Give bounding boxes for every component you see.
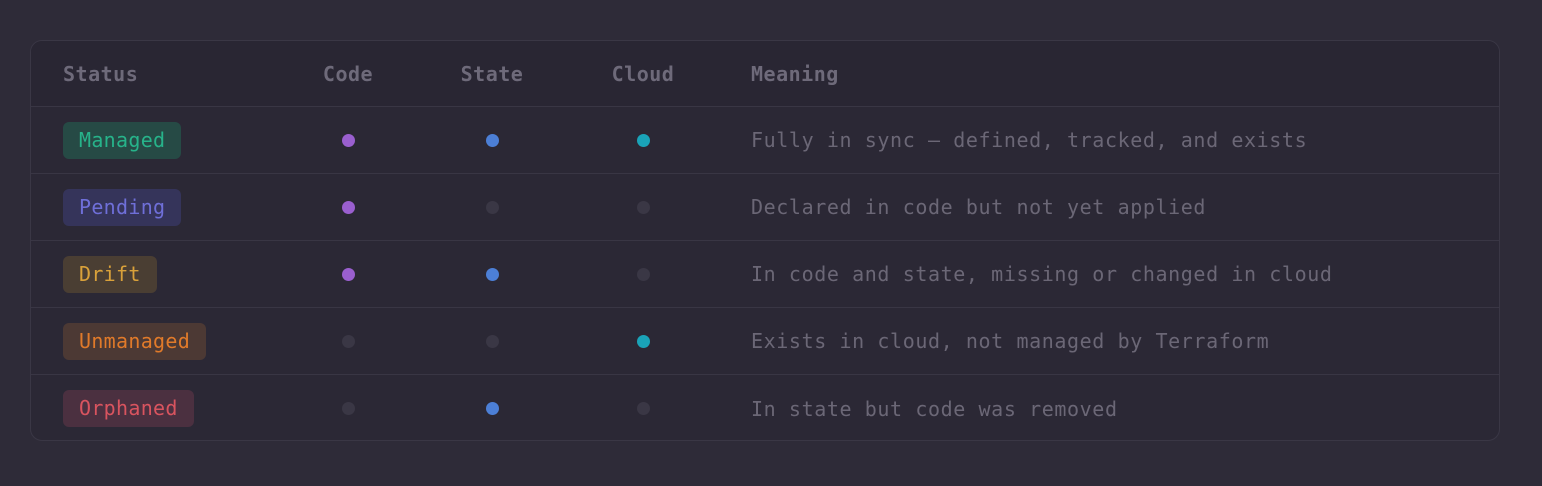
meaning-text: Exists in cloud, not managed by Terrafor…: [751, 329, 1270, 353]
status-badge: Drift: [63, 255, 157, 293]
header-state: State: [460, 61, 524, 86]
header-code: Code: [322, 61, 374, 86]
state-indicator-dot: [485, 334, 499, 348]
cloud-indicator-dot: [636, 402, 650, 415]
table-row: Unmanaged Exists in cloud, not managed by…: [31, 308, 1499, 375]
table-row: Pending Declared in code but not yet appl…: [31, 174, 1499, 241]
table-row: Managed Fully in sync — defined, tracked,…: [31, 107, 1499, 174]
table-row: Drift In code and state, missing or chang…: [31, 241, 1499, 308]
cloud-indicator-dot: [636, 334, 650, 348]
table-header-row: Status Code State Cloud Meaning: [31, 41, 1499, 107]
header-meaning: Meaning: [751, 61, 839, 86]
code-indicator-dot: [341, 267, 355, 281]
state-indicator-dot: [485, 200, 499, 214]
cloud-indicator-dot: [636, 200, 650, 214]
header-status: Status: [63, 61, 139, 86]
meaning-text: In state but code was removed: [751, 396, 1118, 421]
state-indicator-dot: [485, 133, 499, 147]
state-indicator-dot: [485, 267, 499, 281]
status-legend-table: Status Code State Cloud Meaning Managed F…: [30, 40, 1500, 441]
status-badge: Pending: [63, 188, 182, 226]
status-badge: Managed: [63, 121, 182, 159]
code-indicator-dot: [341, 133, 355, 147]
code-indicator-dot: [341, 402, 355, 415]
meaning-text: In code and state, missing or changed in…: [751, 262, 1333, 286]
state-indicator-dot: [485, 402, 499, 415]
meaning-text: Fully in sync — defined, tracked, and ex…: [751, 128, 1308, 152]
table-row: Orphaned In state but code was removed: [31, 375, 1499, 440]
cloud-indicator-dot: [636, 133, 650, 147]
cloud-indicator-dot: [636, 267, 650, 281]
code-indicator-dot: [341, 200, 355, 214]
meaning-text: Declared in code but not yet applied: [751, 195, 1207, 219]
status-badge: Unmanaged: [63, 322, 207, 360]
code-indicator-dot: [341, 334, 355, 348]
header-cloud: Cloud: [611, 61, 675, 86]
status-badge: Orphaned: [63, 390, 194, 427]
